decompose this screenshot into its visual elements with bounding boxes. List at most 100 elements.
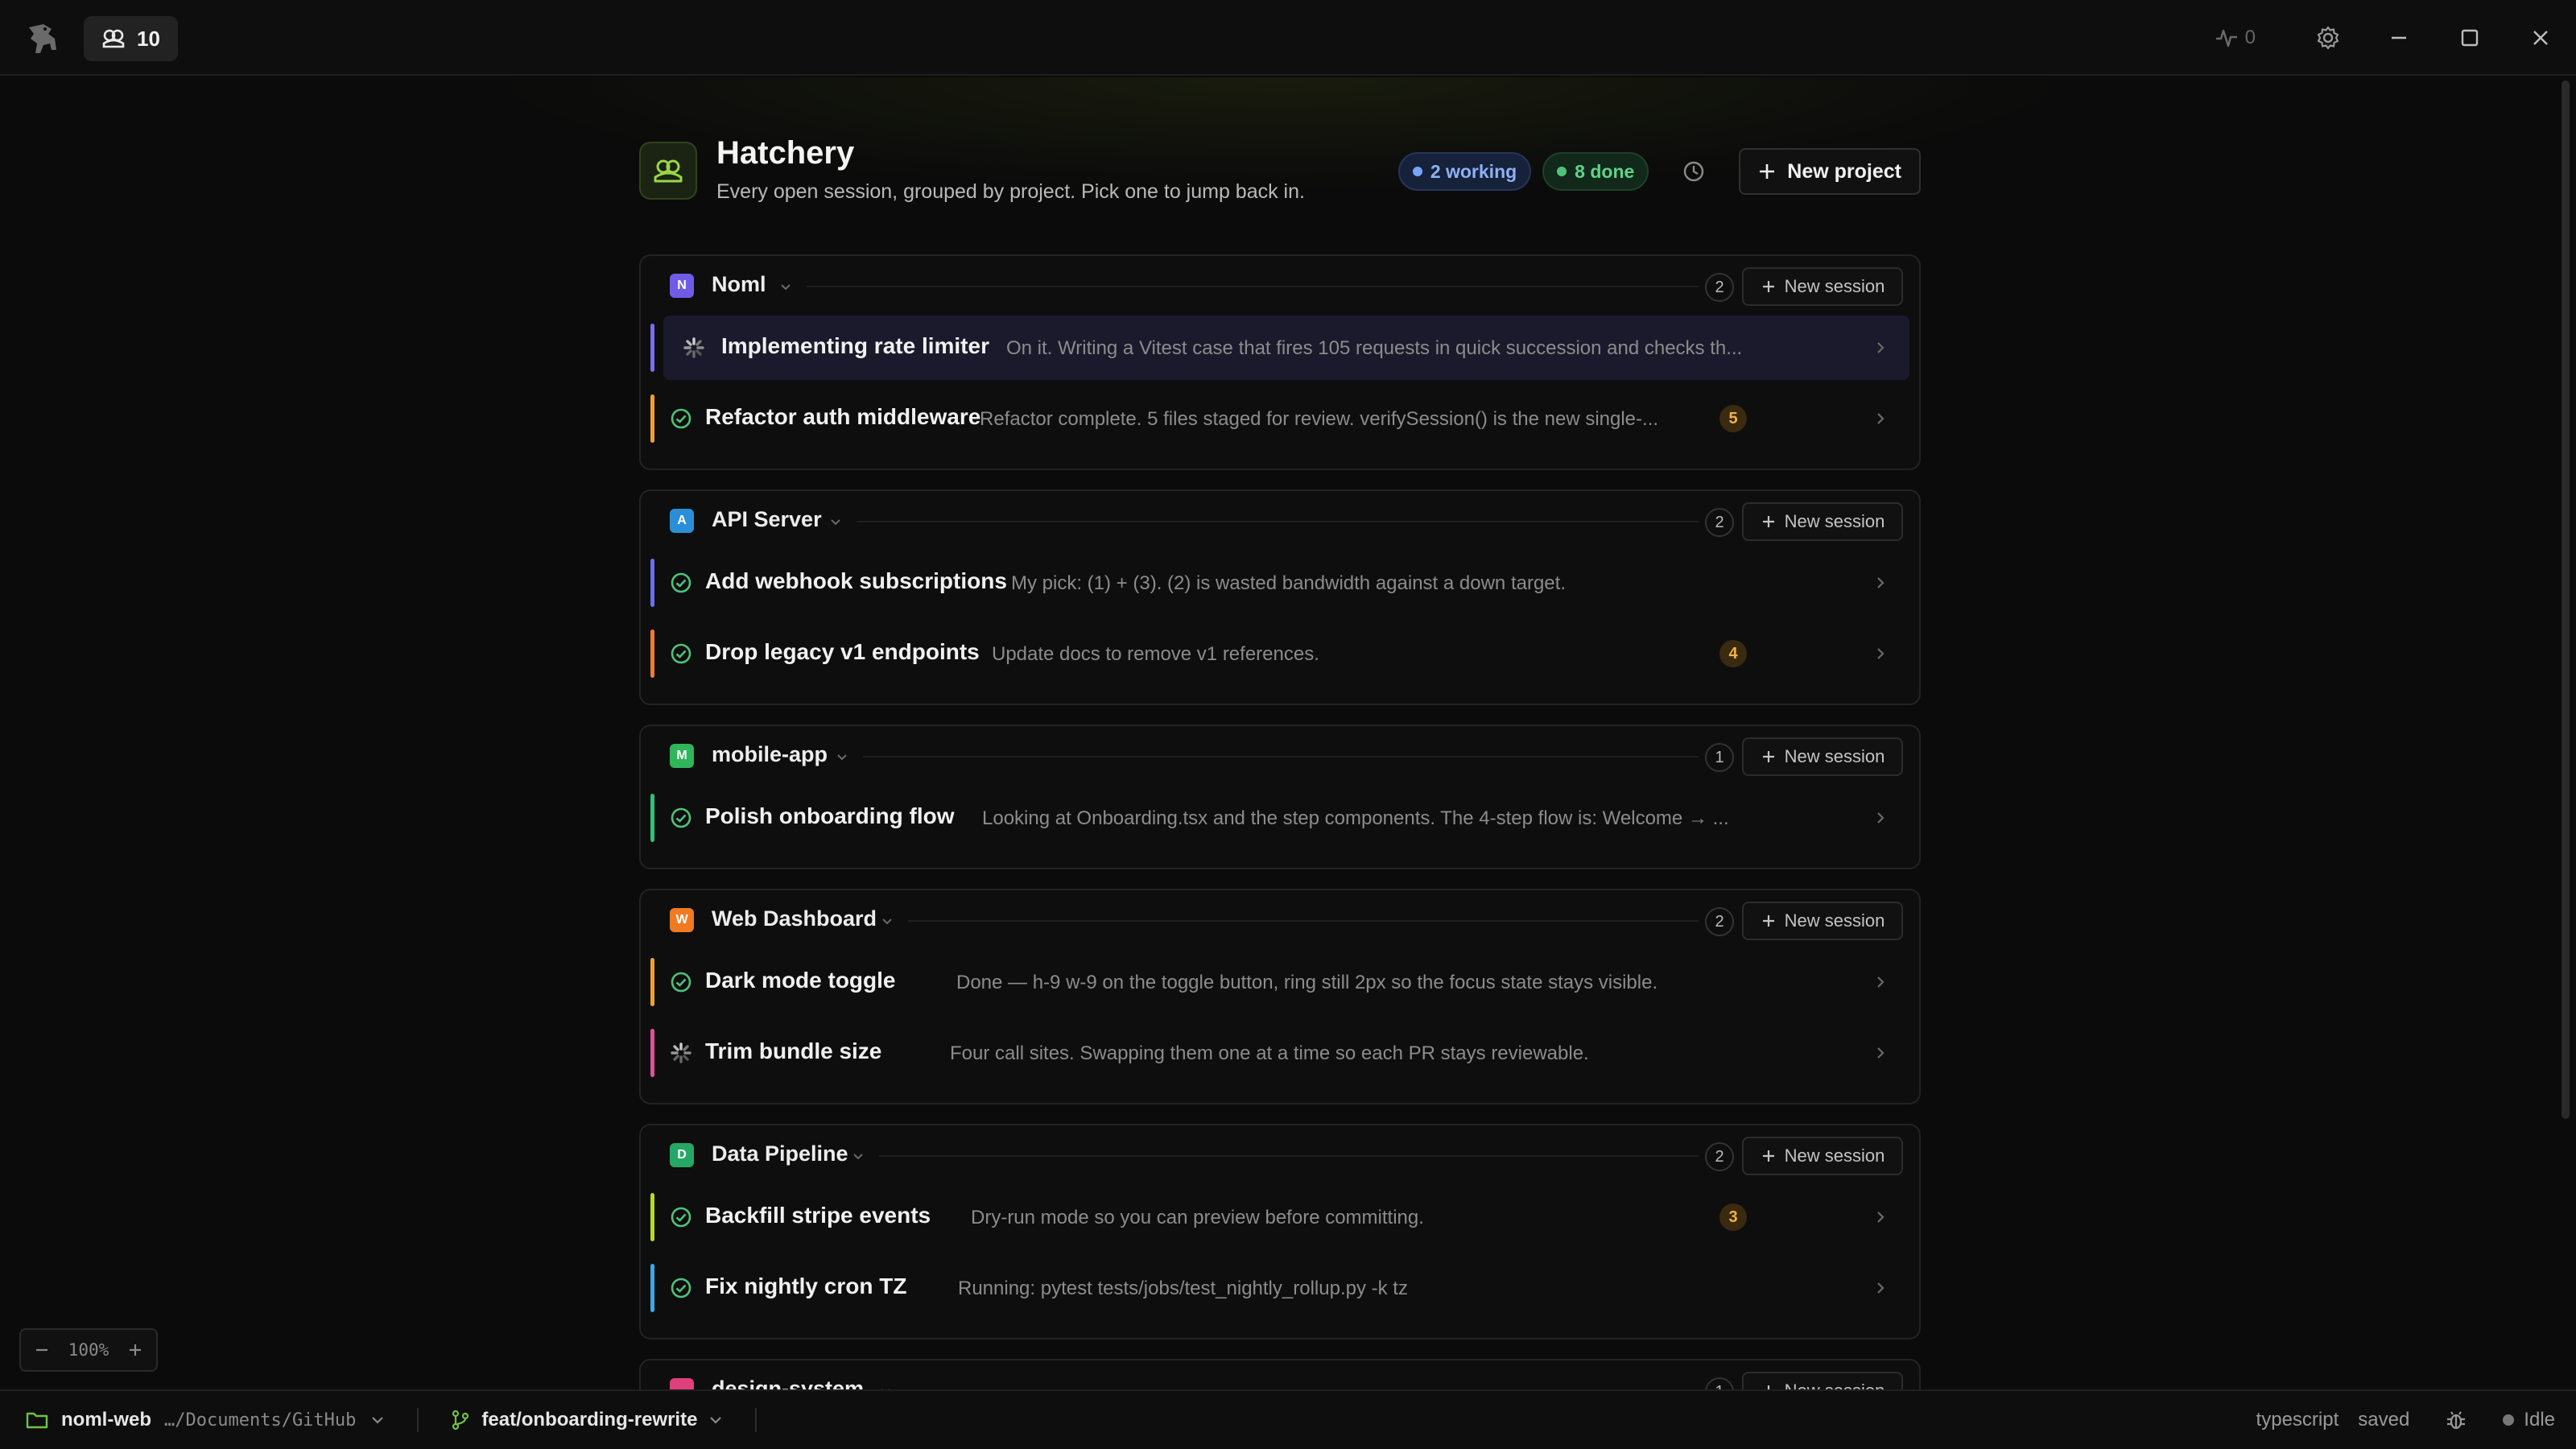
chevron-down-icon[interactable]	[708, 1413, 723, 1427]
project-name[interactable]: design-system	[712, 1377, 864, 1389]
session-row[interactable]: Trim bundle size Four call sites. Swappi…	[650, 1021, 1909, 1085]
session-count: 10	[137, 26, 160, 51]
chevron-down-icon[interactable]	[834, 749, 850, 765]
session-title: Dark mode toggle	[705, 968, 896, 993]
chevron-down-icon[interactable]	[850, 1148, 866, 1164]
new-session-label: New session	[1784, 511, 1885, 531]
project-card: design-system 1 New session	[639, 1359, 1921, 1389]
chevron-right-icon	[1872, 1045, 1889, 1061]
chevron-right-icon	[1872, 1280, 1889, 1296]
chevron-right-icon	[1872, 810, 1889, 826]
history-button[interactable]	[1671, 149, 1716, 194]
new-project-button[interactable]: New project	[1739, 148, 1921, 195]
page-title: Hatchery	[716, 135, 855, 171]
check-circle-icon	[670, 807, 692, 829]
idle-dot-icon	[2503, 1414, 2515, 1426]
spinner-icon	[683, 336, 705, 359]
settings-button[interactable]	[2293, 0, 2363, 76]
agent-status: Idle	[2503, 1409, 2555, 1431]
project-badge: A	[670, 509, 694, 533]
new-session-label: New session	[1784, 910, 1885, 931]
new-session-button[interactable]: New session	[1742, 1372, 1903, 1389]
session-row[interactable]: Implementing rate limiter On it. Writing…	[650, 316, 1909, 380]
session-summary: Dry-run mode so you can preview before c…	[971, 1207, 1424, 1228]
zoom-level: 100%	[68, 1340, 109, 1360]
session-row[interactable]: Add webhook subscriptions My pick: (1) +…	[650, 551, 1909, 615]
scrollbar[interactable]	[2562, 80, 2570, 1119]
zoom-in-button[interactable]	[127, 1342, 143, 1358]
hatchery-icon	[101, 27, 126, 50]
session-color-bar	[650, 1264, 654, 1312]
session-row[interactable]: Polish onboarding flow Looking at Onboar…	[650, 786, 1909, 850]
title-bar: 10 0	[0, 0, 2576, 76]
chevron-down-icon[interactable]	[370, 1413, 385, 1427]
session-title: Fix nightly cron TZ	[705, 1274, 907, 1298]
page-header: Hatchery Every open session, grouped by …	[639, 135, 1921, 224]
sessions-chip[interactable]: 10	[84, 16, 178, 61]
session-count-badge: 2	[1705, 273, 1734, 302]
session-row[interactable]: Refactor auth middleware Refactor comple…	[650, 386, 1909, 451]
check-circle-icon	[670, 572, 692, 594]
project-header: D Data Pipeline 2 New session	[641, 1125, 1919, 1185]
project-header: W Web Dashboard 2 New session	[641, 890, 1919, 950]
done-dot-icon	[1557, 167, 1567, 176]
project-badge	[670, 1378, 694, 1389]
session-summary: My pick: (1) + (3). (2) is wasted bandwi…	[1011, 572, 1566, 594]
save-status: saved	[2358, 1409, 2410, 1430]
divider	[755, 1408, 758, 1432]
new-session-label: New session	[1784, 276, 1885, 296]
project-name[interactable]: Data Pipeline	[712, 1141, 848, 1166]
session-row[interactable]: Fix nightly cron TZ Running: pytest test…	[650, 1256, 1909, 1320]
project-name[interactable]: mobile-app	[712, 742, 828, 767]
session-row[interactable]: Drop legacy v1 endpoints Update docs to …	[650, 621, 1909, 686]
project-name[interactable]: Noml	[712, 272, 766, 297]
maximize-icon	[2460, 28, 2479, 47]
project-badge: W	[670, 908, 694, 932]
bug-icon[interactable]	[2445, 1409, 2467, 1431]
new-session-button[interactable]: New session	[1742, 1137, 1903, 1175]
chevron-right-icon	[1872, 411, 1889, 427]
divider	[863, 756, 1699, 758]
chevron-down-icon[interactable]	[877, 1383, 894, 1389]
close-button[interactable]	[2505, 0, 2576, 76]
divider	[908, 920, 1699, 922]
session-row[interactable]: Backfill stripe events Dry-run mode so y…	[650, 1185, 1909, 1249]
new-session-button[interactable]: New session	[1742, 737, 1903, 776]
maximize-button[interactable]	[2434, 0, 2505, 76]
check-circle-icon	[670, 971, 692, 993]
working-filter-pill[interactable]: 2 working	[1397, 152, 1532, 191]
session-summary: Update docs to remove v1 references.	[992, 643, 1319, 665]
session-title: Trim bundle size	[705, 1038, 882, 1063]
session-row[interactable]: Dark mode toggle Done — h-9 w-9 on the t…	[650, 950, 1909, 1014]
session-title: Add webhook subscriptions	[705, 568, 1007, 593]
chevron-down-icon[interactable]	[879, 913, 895, 929]
divider	[417, 1408, 419, 1432]
session-count-badge: 2	[1705, 907, 1734, 936]
chevron-down-icon[interactable]	[828, 514, 844, 530]
done-filter-pill[interactable]: 8 done	[1542, 152, 1649, 191]
chevron-down-icon[interactable]	[778, 279, 794, 295]
minimize-button[interactable]	[2363, 0, 2434, 76]
session-summary: Looking at Onboarding.tsx and the step c…	[982, 807, 1729, 829]
zoom-out-button[interactable]	[34, 1342, 50, 1358]
check-circle-icon	[670, 407, 692, 430]
new-session-button[interactable]: New session	[1742, 902, 1903, 940]
chevron-right-icon	[1872, 575, 1889, 591]
dino-logo-icon[interactable]	[24, 21, 63, 56]
session-color-bar	[650, 394, 654, 443]
project-name[interactable]: Web Dashboard	[712, 906, 877, 931]
language-indicator[interactable]: typescript	[2256, 1409, 2339, 1431]
done-label: 8 done	[1575, 160, 1635, 182]
activity-indicator[interactable]: 0	[2215, 27, 2256, 49]
gear-icon	[2315, 25, 2341, 51]
new-session-button[interactable]: New session	[1742, 267, 1903, 306]
pending-count-badge: 5	[1719, 405, 1747, 432]
project-card: D Data Pipeline 2 New session Backfill s…	[639, 1124, 1921, 1340]
project-header: A API Server 2 New session	[641, 491, 1919, 551]
project-selector[interactable]: noml-web	[61, 1409, 151, 1431]
branch-selector[interactable]: feat/onboarding-rewrite	[481, 1409, 697, 1431]
project-name[interactable]: API Server	[712, 507, 822, 532]
session-title: Implementing rate limiter	[721, 333, 989, 358]
divider	[879, 1155, 1699, 1157]
new-session-button[interactable]: New session	[1742, 502, 1903, 541]
